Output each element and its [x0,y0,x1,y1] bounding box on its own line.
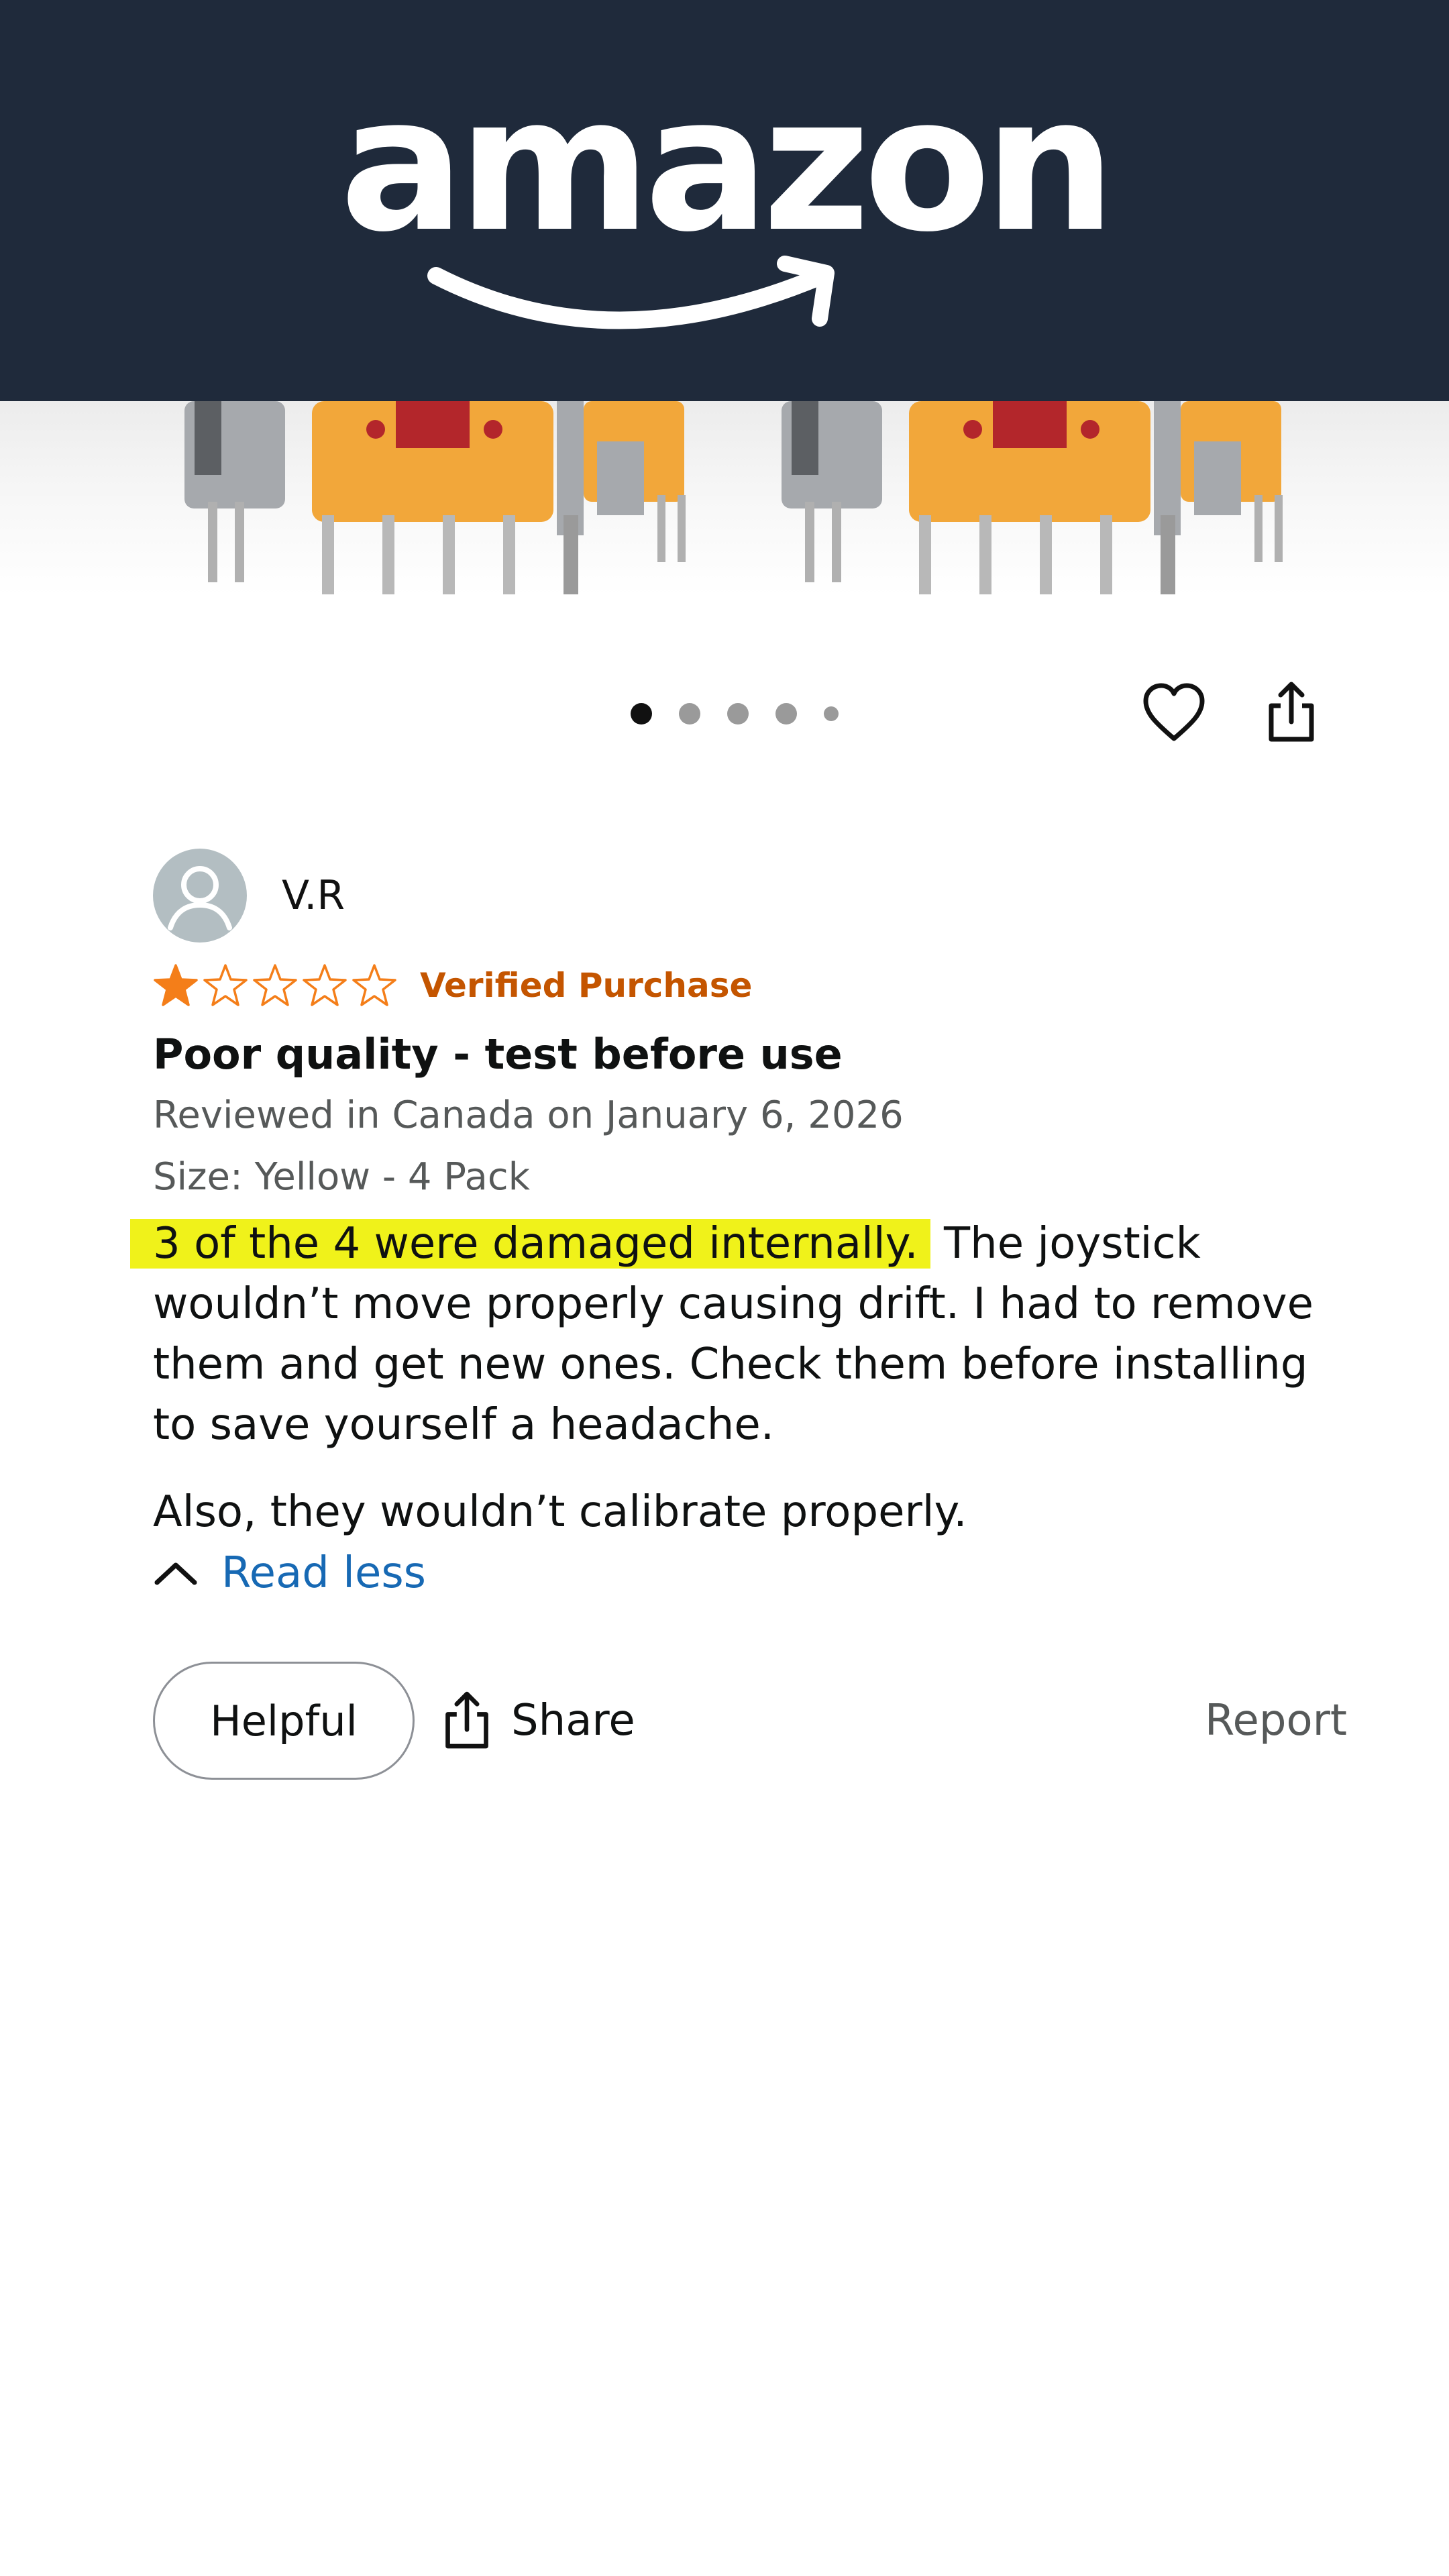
review-actions: Helpful Share Report [153,1662,1347,1780]
image-carousel-dots [631,700,839,727]
share-icon [1269,682,1314,742]
user-icon [168,866,232,930]
product-variant: Size: Yellow - 4 Pack [153,1155,531,1199]
highlighted-text: 3 of the 4 were damaged internally. [153,1219,930,1269]
review-paragraph: Also, they wouldn’t calibrate properly. [153,1487,967,1537]
read-less-link[interactable]: Read less [153,1542,1347,1604]
reviewer-name[interactable]: V.R [282,872,345,919]
chevron-up-icon [154,1562,197,1585]
review-paragraph: 3 of the 4 were damaged internally. The … [153,1214,1347,1455]
star-empty-icon [203,964,248,1006]
carousel-dot[interactable] [824,706,839,721]
customer-review: V.R Verified Purchase Poor quality - tes… [153,849,1347,1780]
star-empty-icon [303,964,347,1006]
product-image[interactable] [0,401,1449,596]
amazon-smile-arrow-icon [427,256,835,329]
read-less-label: Read less [221,1548,426,1598]
reviewer-row: V.R [153,849,1347,943]
share-icon [445,1691,488,1749]
share-review-button[interactable]: Share [441,1662,635,1780]
carousel-dot[interactable] [775,703,797,724]
share-product-button[interactable] [1251,672,1332,753]
share-label: Share [511,1696,635,1746]
star-empty-icon [253,964,297,1006]
review-date: Reviewed in Canada on January 6, 2026 [153,1093,904,1137]
star-empty-icon [352,964,396,1006]
report-link[interactable]: Report [1205,1696,1347,1746]
review-title: Poor quality - test before use [153,1030,843,1079]
star-rating[interactable] [153,963,397,1008]
amazon-header: amazon [0,0,1449,401]
verified-purchase-badge: Verified Purchase [420,966,753,1005]
star-filled-icon [154,964,198,1006]
avatar[interactable] [153,849,247,943]
heart-icon [1143,683,1205,741]
joystick-module-image-2 [782,401,1283,594]
wishlist-button[interactable] [1134,672,1214,753]
carousel-dot[interactable] [727,703,749,724]
helpful-button[interactable]: Helpful [153,1662,415,1780]
amazon-logo[interactable]: amazon [322,60,1127,341]
rating-row: Verified Purchase [153,959,1347,1012]
review-body: 3 of the 4 were damaged internally. The … [153,1214,1347,1542]
joystick-module-image-1 [184,401,686,594]
carousel-dot[interactable] [679,703,700,724]
carousel-dot[interactable] [631,703,652,724]
